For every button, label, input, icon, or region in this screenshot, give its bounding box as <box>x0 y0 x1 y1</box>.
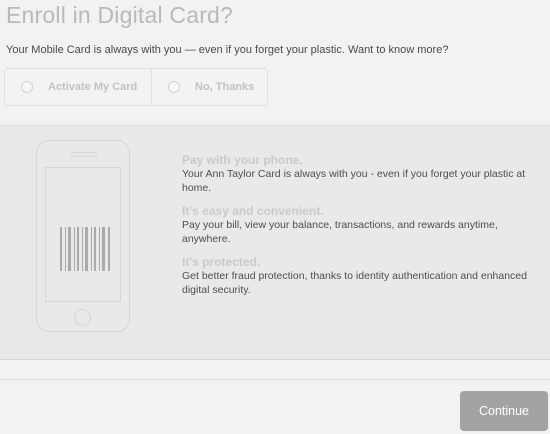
feature-text: Pay your bill, view your balance, transa… <box>182 219 498 245</box>
enroll-choice-group: Activate My Card No, Thanks <box>4 68 268 106</box>
feature-list: Pay with your phone. Your Ann Taylor Car… <box>182 153 534 306</box>
no-thanks-option[interactable]: No, Thanks <box>152 69 267 105</box>
no-thanks-label: No, Thanks <box>195 81 255 93</box>
feature-title: It's protected. <box>182 255 261 269</box>
phone-home-button <box>74 309 91 326</box>
radio-icon[interactable] <box>21 81 33 93</box>
phone-speaker <box>71 152 97 157</box>
continue-button[interactable]: Continue <box>460 391 548 431</box>
activate-card-option[interactable]: Activate My Card <box>5 69 152 105</box>
phone-barcode-icon <box>36 140 130 332</box>
feature-text: Get better fraud protection, thanks to i… <box>182 270 527 296</box>
feature-panel: Pay with your phone. Your Ann Taylor Car… <box>0 125 550 360</box>
feature-title: Pay with your phone. <box>182 153 303 167</box>
activate-card-label: Activate My Card <box>48 81 138 93</box>
feature-text: Your Ann Taylor Card is always with you … <box>182 168 526 194</box>
feature-item: It's easy and convenient. Pay your bill,… <box>182 204 534 246</box>
feature-item: Pay with your phone. Your Ann Taylor Car… <box>182 153 534 195</box>
feature-title: It's easy and convenient. <box>182 204 324 218</box>
phone-screen <box>45 167 121 302</box>
barcode-icon <box>60 227 110 271</box>
radio-icon[interactable] <box>168 81 180 93</box>
page-subtitle: Your Mobile Card is always with you — ev… <box>6 44 449 56</box>
page-title: Enroll in Digital Card? <box>6 2 234 28</box>
footer-divider <box>0 379 550 380</box>
feature-item: It's protected. Get better fraud protect… <box>182 255 534 297</box>
